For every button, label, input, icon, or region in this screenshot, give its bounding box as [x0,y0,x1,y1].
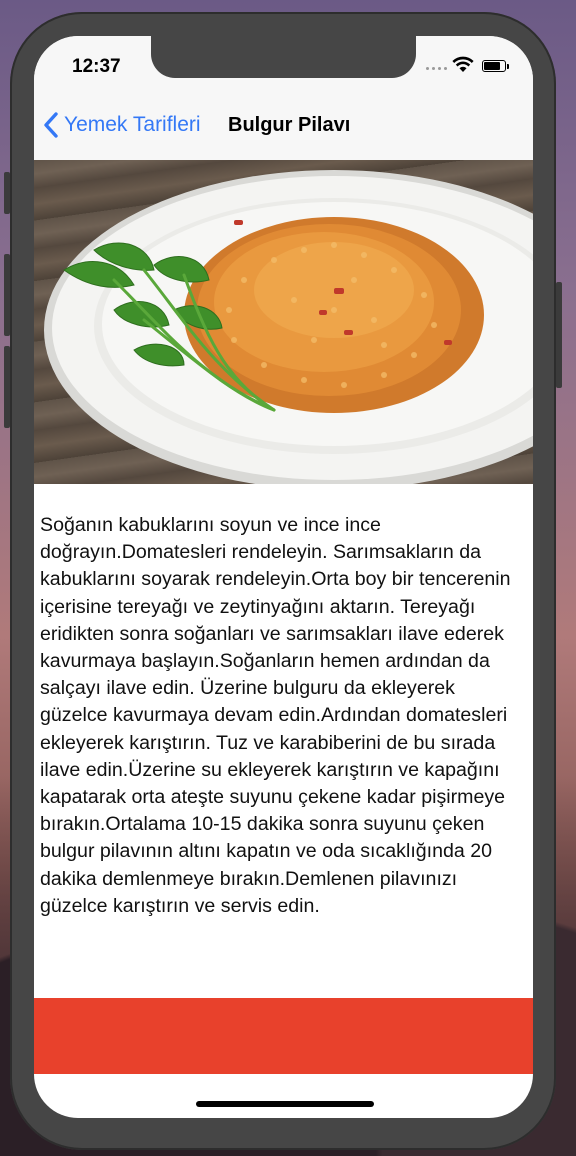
back-button-label: Yemek Tarifleri [64,113,201,136]
wifi-icon [452,56,474,72]
recipe-instructions: Soğanın kabuklarını soyun ve ince ince d… [40,514,511,917]
navigation-bar: Yemek Tarifleri Bulgur Pilavı [34,96,533,160]
battery-cap [507,64,509,69]
chevron-left-icon [44,112,58,138]
power-button [556,282,562,388]
home-indicator[interactable] [196,1101,374,1107]
cellular-signal-icon [426,67,447,70]
page-title: Bulgur Pilavı [228,114,351,136]
screen-notch [151,36,416,78]
phone-screen: 12:37 Yemek Tarifleri Bulgur Pilavı Soğa… [34,36,533,1118]
battery-icon [482,60,506,72]
mute-switch [4,172,10,214]
status-time: 12:37 [72,56,121,77]
footer-banner [34,998,533,1074]
volume-down-button [4,346,10,428]
back-button[interactable]: Yemek Tarifleri [42,110,201,140]
food-photo [34,160,533,484]
volume-up-button [4,254,10,336]
